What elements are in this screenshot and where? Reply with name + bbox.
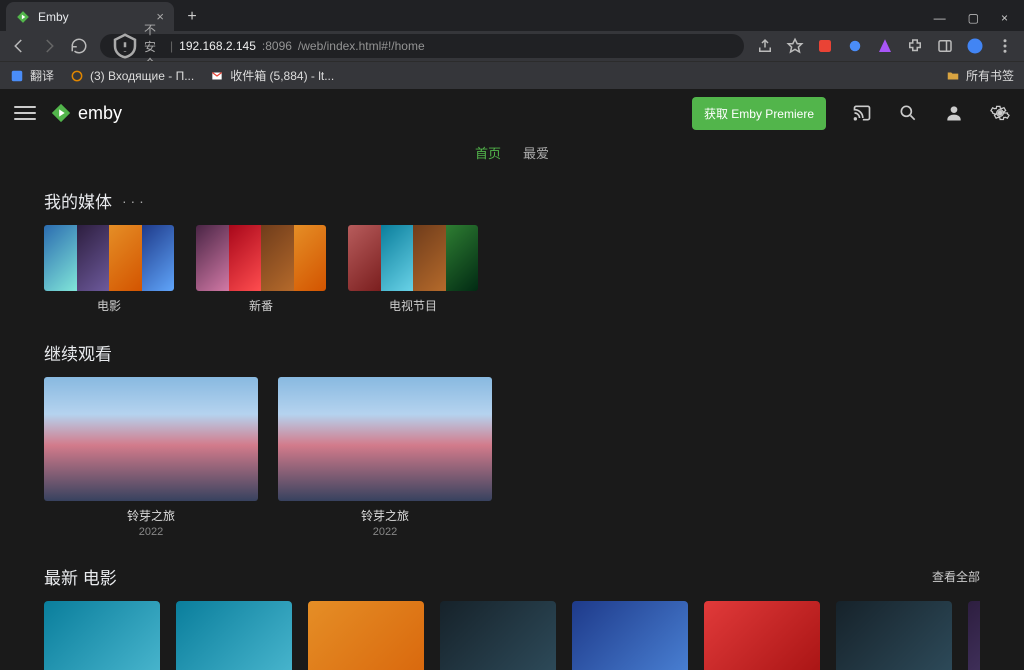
menu-button[interactable] [14,102,36,124]
section-my-media: 我的媒体 · · · 电影 新番 电视节目 [44,188,980,314]
share-icon[interactable] [756,37,774,55]
url-path: /web/index.html#!/home [298,39,425,53]
extensions-icon[interactable] [906,37,924,55]
emby-favicon-icon [16,10,30,24]
continue-title: 铃芽之旅 [278,507,492,524]
movie-card[interactable] [44,601,160,670]
user-icon[interactable] [944,103,964,123]
forward-button[interactable] [40,37,58,55]
continue-thumbnail [44,377,258,501]
window-controls: — ▢ × [934,11,1024,31]
section-title: 继续观看 [44,340,112,365]
bookmark-label: (3) Входящие - П... [90,69,194,83]
continue-year: 2022 [44,526,258,538]
app-content: 我的媒体 · · · 电影 新番 电视节目 继续观看 [0,166,1024,670]
app-brand-text: emby [78,103,122,124]
home-tabs: 首页 最爱 [0,137,1024,166]
get-premiere-button[interactable]: 获取 Emby Premiere [692,97,826,130]
bookmark-star-icon[interactable] [786,37,804,55]
url-host: 192.168.2.145 [179,39,256,53]
bookmark-gmail[interactable]: 收件箱 (5,884) - lt... [210,67,334,84]
settings-icon[interactable] [990,103,1010,123]
new-tab-button[interactable]: + [180,5,204,29]
section-menu-icon[interactable]: · · · [122,193,144,209]
library-movies[interactable]: 电影 [44,225,174,314]
tab-home[interactable]: 首页 [475,143,501,162]
mail-icon [70,69,84,83]
library-thumbnail [196,225,326,291]
continue-card[interactable]: 铃芽之旅 2022 [278,377,492,538]
extension-red-icon[interactable] [816,37,834,55]
section-title: 最新 电影 [44,564,117,589]
emby-app: emby 获取 Emby Premiere 首页 最爱 我的媒体 · · · 电… [0,89,1024,670]
app-logo[interactable]: emby [50,102,122,124]
bookmark-label: 收件箱 (5,884) - lt... [230,67,334,84]
section-title: 我的媒体 [44,188,112,213]
extension-purple-icon[interactable] [876,37,894,55]
movie-card[interactable] [704,601,820,670]
gmail-icon [210,69,224,83]
window-minimize-icon[interactable]: — [934,11,946,25]
section-latest-movies: 最新 电影 查看全部 [44,564,980,670]
cast-icon[interactable] [852,103,872,123]
library-label: 电影 [44,297,174,314]
url-port: :8096 [262,39,292,53]
folder-icon [946,69,960,83]
browser-menu-icon[interactable] [996,37,1014,55]
search-icon[interactable] [898,103,918,123]
back-button[interactable] [10,37,28,55]
extension-blue-icon[interactable] [846,37,864,55]
section-continue-watching: 继续观看 铃芽之旅 2022 铃芽之旅 2022 [44,340,980,538]
continue-card[interactable]: 铃芽之旅 2022 [44,377,258,538]
library-label: 新番 [196,297,326,314]
movie-card[interactable] [308,601,424,670]
window-maximize-icon[interactable]: ▢ [968,11,979,25]
browser-toolbar: 不安全 | 192.168.2.145:8096/web/index.html#… [0,31,1024,61]
translate-icon [10,69,24,83]
library-tv[interactable]: 电视节目 [348,225,478,314]
see-all-link[interactable]: 查看全部 [932,568,980,585]
continue-title: 铃芽之旅 [44,507,258,524]
continue-thumbnail [278,377,492,501]
addr-separator: | [170,39,173,53]
movie-card[interactable] [440,601,556,670]
tab-favorites[interactable]: 最爱 [523,143,549,162]
library-label: 电视节目 [348,297,478,314]
address-bar[interactable]: 不安全 | 192.168.2.145:8096/web/index.html#… [100,34,744,58]
all-bookmarks-button[interactable]: 所有书签 [946,67,1014,84]
panel-icon[interactable] [936,37,954,55]
emby-logo-icon [50,102,72,124]
library-anime[interactable]: 新番 [196,225,326,314]
bookmark-inbox-ru[interactable]: (3) Входящие - П... [70,69,194,83]
movie-card[interactable] [176,601,292,670]
movie-card[interactable] [572,601,688,670]
window-close-icon[interactable]: × [1001,11,1008,25]
movie-card[interactable] [968,601,980,670]
bookmark-label: 翻译 [30,67,54,84]
reload-button[interactable] [70,37,88,55]
library-thumbnail [44,225,174,291]
profile-avatar-icon[interactable] [966,37,984,55]
tab-title: Emby [38,10,69,24]
movie-card[interactable] [836,601,952,670]
all-bookmarks-label: 所有书签 [966,67,1014,84]
continue-year: 2022 [278,526,492,538]
bookmark-translate[interactable]: 翻译 [10,67,54,84]
library-thumbnail [348,225,478,291]
bookmarks-bar: 翻译 (3) Входящие - П... 收件箱 (5,884) - lt.… [0,61,1024,89]
app-header: emby 获取 Emby Premiere [0,89,1024,137]
